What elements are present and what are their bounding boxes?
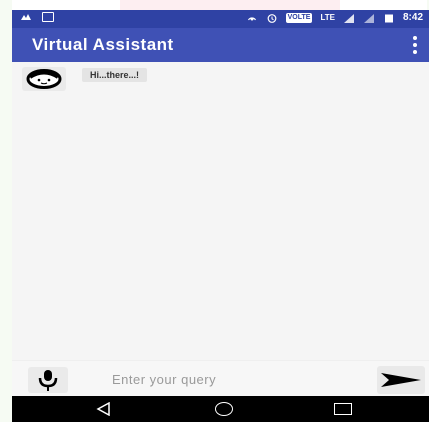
chat-message-bubble: Hi...there...! bbox=[82, 68, 148, 82]
input-bar: Enter your query bbox=[12, 360, 429, 397]
screen-icon bbox=[42, 12, 54, 22]
hotspot-icon bbox=[247, 16, 256, 20]
recents-icon[interactable] bbox=[334, 403, 352, 415]
home-icon[interactable] bbox=[215, 402, 233, 416]
clock: 8:42 bbox=[402, 12, 423, 23]
send-button[interactable] bbox=[377, 366, 425, 394]
page-title: Virtual Assistant bbox=[32, 35, 174, 54]
page-margin-left bbox=[0, 0, 12, 422]
back-icon[interactable] bbox=[96, 402, 112, 416]
send-icon bbox=[381, 373, 421, 387]
query-input[interactable]: Enter your query bbox=[112, 372, 216, 387]
notification-icon bbox=[21, 14, 31, 20]
bot-face-icon bbox=[26, 69, 62, 89]
bot-avatar bbox=[22, 67, 66, 91]
lte-label: LTE bbox=[320, 13, 335, 22]
mic-button[interactable] bbox=[28, 367, 68, 393]
status-left-icons bbox=[20, 12, 54, 22]
signal-icon-2 bbox=[363, 13, 374, 23]
microphone-icon bbox=[38, 370, 58, 391]
alarm-icon bbox=[267, 13, 277, 23]
chat-area[interactable]: Hi...there...! bbox=[12, 62, 429, 360]
phone-screen: VOLTE LTE 8:42 Virtual Assistant Hi...th… bbox=[12, 10, 429, 422]
nav-bar bbox=[12, 396, 429, 422]
status-bar: VOLTE LTE 8:42 bbox=[12, 10, 429, 28]
signal-icon bbox=[343, 13, 354, 23]
volte-badge: VOLTE bbox=[285, 12, 313, 23]
status-right-icons: VOLTE LTE 8:42 bbox=[246, 12, 423, 23]
page-margin-top bbox=[120, 0, 340, 10]
battery-icon bbox=[384, 14, 393, 22]
more-vert-icon[interactable] bbox=[413, 36, 417, 54]
app-bar: Virtual Assistant bbox=[12, 28, 429, 62]
